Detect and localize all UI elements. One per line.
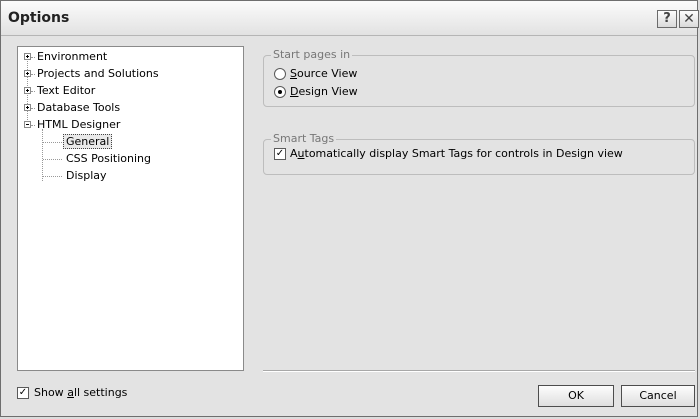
help-icon: ?	[663, 11, 671, 26]
tree-connector	[31, 108, 35, 109]
start-pages-legend: Start pages in	[271, 48, 353, 62]
source-view-label[interactable]: Source View	[290, 67, 357, 81]
tree-item-general[interactable]: General	[63, 134, 113, 150]
tree-item-html-designer[interactable]: HTML Designer	[37, 117, 120, 133]
selected-item-label: General	[63, 134, 113, 149]
window-title: Options	[8, 10, 70, 26]
title-bar[interactable]: Options ? ✕	[1, 1, 699, 36]
close-button[interactable]: ✕	[679, 10, 699, 28]
tree-item-css-positioning[interactable]: CSS Positioning	[66, 151, 151, 167]
ok-button[interactable]: OK	[538, 385, 614, 407]
tree-connector	[31, 74, 35, 75]
expand-plus-icon[interactable]	[24, 87, 31, 94]
show-all-settings-checkbox[interactable]: ✓	[17, 387, 29, 399]
auto-smart-tags-checkbox[interactable]: ✓	[274, 148, 286, 160]
design-view-label[interactable]: Design View	[290, 85, 358, 99]
tree-item-display[interactable]: Display	[66, 168, 107, 184]
source-view-radio[interactable]	[274, 68, 286, 80]
smart-tags-group: Smart Tags ✓ Automatically display Smart…	[263, 132, 695, 175]
tree-item-projects-and-solutions[interactable]: Projects and Solutions	[37, 66, 159, 82]
tree-item-text-editor[interactable]: Text Editor	[37, 83, 95, 99]
smart-tags-legend: Smart Tags	[271, 132, 337, 146]
tree-connector	[43, 176, 62, 177]
help-button[interactable]: ?	[657, 10, 677, 28]
tree-connector	[31, 91, 35, 92]
design-view-radio[interactable]	[274, 86, 286, 98]
tree-item-environment[interactable]: Environment	[37, 49, 107, 65]
tree-item-database-tools[interactable]: Database Tools	[37, 100, 120, 116]
footer-separator	[263, 370, 695, 372]
tree-connector	[42, 129, 43, 181]
auto-smart-tags-label[interactable]: Automatically display Smart Tags for con…	[290, 147, 623, 161]
start-pages-group: Start pages in Source View Design View	[263, 48, 695, 107]
expand-plus-icon[interactable]	[24, 70, 31, 77]
expand-plus-icon[interactable]	[24, 53, 31, 60]
show-all-settings-label[interactable]: Show all settings	[34, 386, 127, 400]
collapse-minus-icon[interactable]	[24, 121, 31, 128]
tree-connector	[43, 142, 62, 143]
cancel-button[interactable]: Cancel	[621, 385, 695, 407]
tree-connector	[31, 125, 35, 126]
close-icon: ✕	[683, 11, 695, 27]
options-tree[interactable]: Environment Projects and Solutions Text …	[17, 46, 244, 371]
tree-connector	[31, 57, 35, 58]
tree-connector	[43, 159, 62, 160]
checkmark-icon: ✓	[275, 148, 285, 159]
checkmark-icon: ✓	[18, 387, 28, 398]
expand-plus-icon[interactable]	[24, 104, 31, 111]
options-dialog: Options ? ✕ Environment Projects and Sol…	[0, 0, 699, 417]
